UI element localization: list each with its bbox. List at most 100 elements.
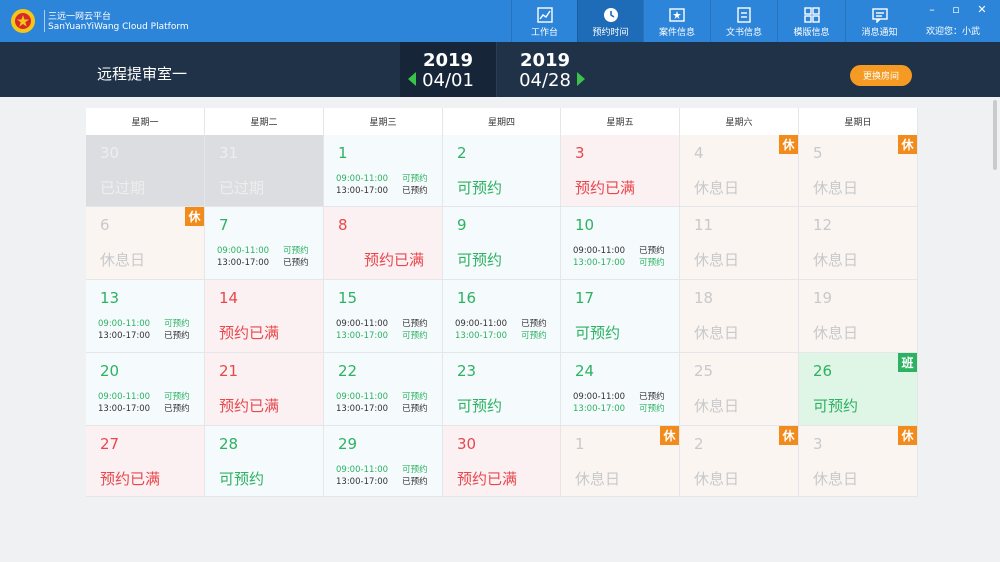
clock-icon <box>603 8 618 22</box>
slot-time: 09:00-11:00 <box>336 319 389 329</box>
calendar-day-cell[interactable]: 24 09:00-11:00 已预约 13:00-17:00 可预约 <box>561 353 680 426</box>
time-slot: 13:00-17:00 已预约 <box>336 403 428 415</box>
day-number: 7 <box>219 216 229 234</box>
slot-time: 09:00-11:00 <box>217 246 270 256</box>
day-number: 10 <box>575 216 595 234</box>
nav-schedule[interactable]: 预约时间 <box>577 0 643 42</box>
calendar-day-cell: 30 已过期 <box>86 135 205 207</box>
day-status: 预约已满 <box>100 470 161 488</box>
calendar-day-cell[interactable]: 13 09:00-11:00 可预约 13:00-17:00 已预约 <box>86 280 205 353</box>
calendar-day-cell[interactable]: 22 09:00-11:00 可预约 13:00-17:00 已预约 <box>324 353 443 426</box>
calendar-day-cell[interactable]: 28 可预约 <box>205 426 324 497</box>
day-status: 休息日 <box>694 470 740 488</box>
time-slot[interactable]: 13:00-17:00 可预约 <box>336 330 428 342</box>
calendar-day-cell[interactable]: 23 可预约 <box>443 353 561 426</box>
police-emblem-icon <box>11 9 35 33</box>
nav-template-info[interactable]: 模版信息 <box>777 0 845 42</box>
slot-time: 09:00-11:00 <box>336 465 389 475</box>
slot-state: 可预约 <box>283 246 309 256</box>
time-slot[interactable]: 09:00-11:00 可预约 <box>336 391 428 403</box>
nav-label: 案件信息 <box>658 28 695 38</box>
nav-label: 预约时间 <box>592 28 629 38</box>
day-number: 11 <box>694 216 714 234</box>
slot-state: 已预约 <box>283 258 309 268</box>
nav-case-info[interactable]: 案件信息 <box>643 0 710 42</box>
day-status: 已过期 <box>219 179 265 197</box>
time-slot[interactable]: 09:00-11:00 可预约 <box>98 318 190 330</box>
top-bar: 三远一网云平台 SanYuanYiWang Cloud Platform 工作台… <box>0 0 1000 42</box>
calendar-day-cell[interactable]: 20 09:00-11:00 可预约 13:00-17:00 已预约 <box>86 353 205 426</box>
calendar-day-cell: 1 休息日 休 <box>561 426 680 497</box>
prev-week-arrow-icon[interactable] <box>408 72 416 86</box>
nav-messages[interactable]: 消息通知 <box>845 0 913 42</box>
calendar-day-cell: 12 休息日 <box>799 207 918 280</box>
next-week-arrow-icon[interactable] <box>577 72 585 86</box>
slot-state: 已预约 <box>402 404 428 414</box>
calendar-day-cell[interactable]: 2 可预约 <box>443 135 561 207</box>
slot-state: 已预约 <box>164 404 190 414</box>
calendar-grid: 星期一 星期二 星期三 星期四 星期五 星期六 星期日 30 已过期 31 已过期 1 0… <box>86 108 918 497</box>
time-slot: 09:00-11:00 已预约 <box>336 318 428 330</box>
day-number: 21 <box>219 362 239 380</box>
calendar-day-cell[interactable]: 29 09:00-11:00 可预约 13:00-17:00 已预约 <box>324 426 443 497</box>
time-slot[interactable]: 13:00-17:00 可预约 <box>573 403 665 415</box>
calendar-day-cell: 30 预约已满 <box>443 426 561 497</box>
slot-state: 已预约 <box>402 319 428 329</box>
time-slot[interactable]: 13:00-17:00 可预约 <box>455 330 547 342</box>
nav-workbench[interactable]: 工作台 <box>511 0 577 42</box>
day-number: 3 <box>575 144 585 162</box>
day-number: 28 <box>219 435 239 453</box>
calendar-day-cell: 5 休息日 休 <box>799 135 918 207</box>
slot-time: 09:00-11:00 <box>336 174 389 184</box>
time-slot[interactable]: 09:00-11:00 可预约 <box>336 464 428 476</box>
case-icon <box>669 8 685 22</box>
close-icon[interactable]: ✕ <box>970 0 994 18</box>
message-icon <box>871 8 888 23</box>
time-slot: 13:00-17:00 已预约 <box>98 403 190 415</box>
day-status: 休息日 <box>100 251 146 269</box>
day-status: 休息日 <box>694 251 740 269</box>
slot-time: 13:00-17:00 <box>98 404 151 414</box>
time-slots: 09:00-11:00 可预约 13:00-17:00 已预约 <box>98 391 190 415</box>
minimize-icon[interactable]: – <box>920 0 944 18</box>
calendar-day-cell: 21 预约已满 <box>205 353 324 426</box>
app-name-en: SanYuanYiWang Cloud Platform <box>48 22 189 32</box>
calendar-day-cell: 14 预约已满 <box>205 280 324 353</box>
slot-time: 13:00-17:00 <box>336 331 389 341</box>
slot-time: 13:00-17:00 <box>573 258 626 268</box>
calendar-day-cell: 18 休息日 <box>680 280 799 353</box>
holiday-tag: 休 <box>779 426 798 445</box>
maximize-icon[interactable]: ▫ <box>944 0 968 18</box>
calendar-day-cell[interactable]: 1 09:00-11:00 可预约 13:00-17:00 已预约 <box>324 135 443 207</box>
day-status: 休息日 <box>694 397 740 415</box>
calendar-day-cell[interactable]: 7 09:00-11:00 可预约 13:00-17:00 已预约 <box>205 207 324 280</box>
weekday-header: 星期一 <box>86 108 205 135</box>
scrollbar[interactable] <box>993 100 997 170</box>
time-slot[interactable]: 09:00-11:00 可预约 <box>217 245 309 257</box>
swap-room-button[interactable]: 更换房间 <box>850 65 912 86</box>
day-number: 25 <box>694 362 714 380</box>
time-slot: 09:00-11:00 已预约 <box>573 391 665 403</box>
calendar-day-cell: 4 休息日 休 <box>680 135 799 207</box>
slot-time: 13:00-17:00 <box>336 404 389 414</box>
day-status: 休息日 <box>694 324 740 342</box>
slot-time: 09:00-11:00 <box>573 246 626 256</box>
day-number: 29 <box>338 435 358 453</box>
calendar-day-cell[interactable]: 17 可预约 <box>561 280 680 353</box>
slot-state: 可预约 <box>164 319 190 329</box>
calendar-day-cell[interactable]: 26 可预约 班 <box>799 353 918 426</box>
day-number: 18 <box>694 289 714 307</box>
slot-time: 09:00-11:00 <box>336 392 389 402</box>
nav-document-info[interactable]: 文书信息 <box>710 0 777 42</box>
day-status: 可预约 <box>219 470 265 488</box>
time-slot[interactable]: 13:00-17:00 可预约 <box>573 257 665 269</box>
weekday-header: 星期二 <box>205 108 324 135</box>
calendar-day-cell[interactable]: 16 09:00-11:00 已预约 13:00-17:00 可预约 <box>443 280 561 353</box>
day-number: 22 <box>338 362 358 380</box>
day-status: 休息日 <box>813 470 859 488</box>
time-slot[interactable]: 09:00-11:00 可预约 <box>336 173 428 185</box>
calendar-day-cell[interactable]: 9 可预约 <box>443 207 561 280</box>
calendar-day-cell[interactable]: 10 09:00-11:00 已预约 13:00-17:00 可预约 <box>561 207 680 280</box>
calendar-day-cell[interactable]: 15 09:00-11:00 已预约 13:00-17:00 可预约 <box>324 280 443 353</box>
time-slot[interactable]: 09:00-11:00 可预约 <box>98 391 190 403</box>
